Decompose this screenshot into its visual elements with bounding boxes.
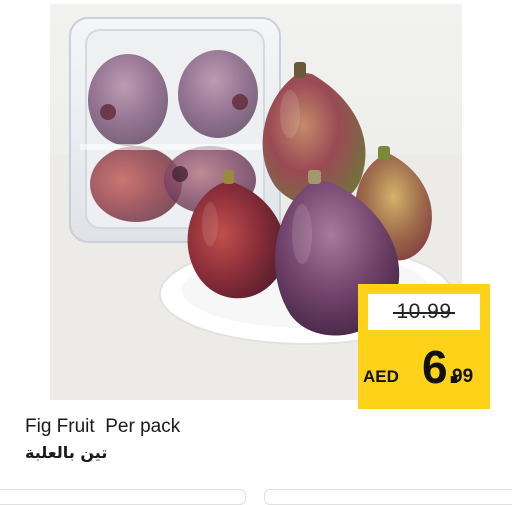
product-title[interactable]: Fig Fruit Per pack: [25, 416, 180, 438]
product-subtitle-arabic: تين بالعلبة: [25, 443, 108, 462]
currency-label: AED: [363, 367, 399, 386]
new-price-decimal: 99: [452, 366, 474, 387]
product-card[interactable]: 10.99 AED 6. 99 Fig Fruit Per pack تين ب…: [0, 0, 512, 505]
next-card-left[interactable]: [0, 489, 246, 505]
next-card-right[interactable]: [264, 489, 512, 505]
old-price: 10.99: [393, 300, 455, 323]
price-badge: 10.99 AED 6. 99: [358, 284, 490, 409]
old-price-box: 10.99: [368, 294, 480, 330]
